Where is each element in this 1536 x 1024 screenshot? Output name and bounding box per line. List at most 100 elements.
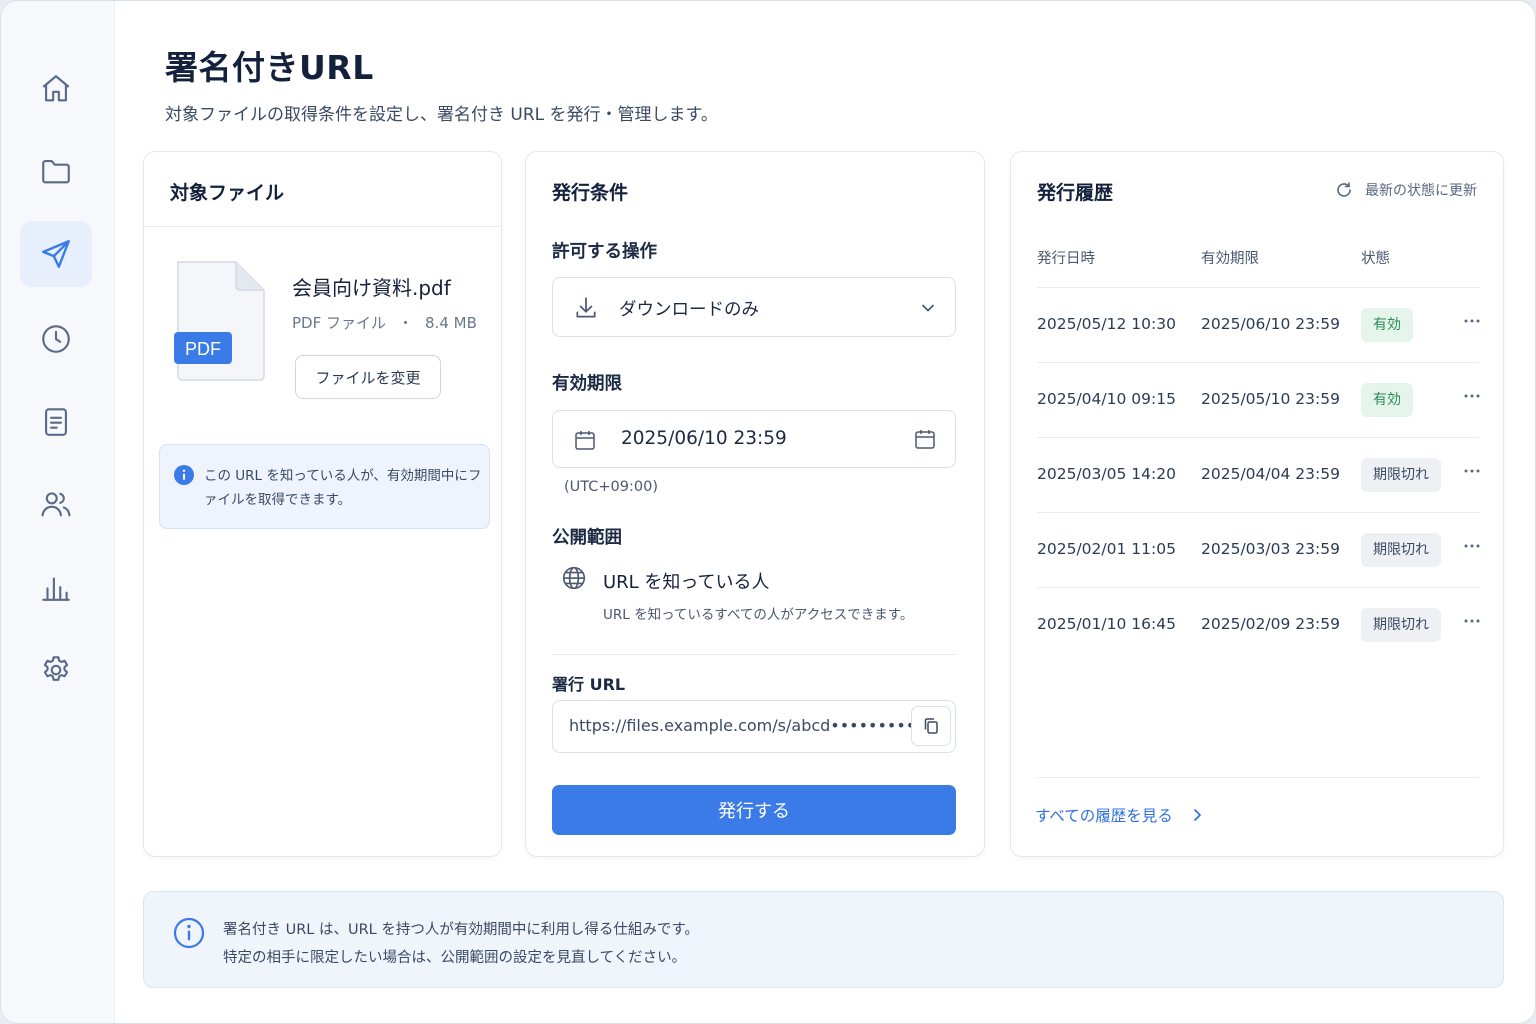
more-options-icon[interactable] bbox=[1461, 535, 1483, 557]
home-icon bbox=[42, 75, 70, 102]
refresh-label: 最新の状態に更新 bbox=[1365, 183, 1477, 199]
issue-button[interactable]: 発行する bbox=[552, 785, 956, 835]
file-meta: PDF ファイル・ 8.4 MB bbox=[292, 312, 477, 333]
main-content: 署名付きURL 対象ファイルの取得条件を設定し、署名付き URL を発行・管理し… bbox=[115, 1, 1535, 1023]
expiry-cell: 2025/02/09 23:59 bbox=[1201, 615, 1340, 633]
expiry-date-input[interactable]: 2025/06/10 23:59 bbox=[552, 410, 956, 468]
change-file-button[interactable]: ファイルを変更 bbox=[295, 355, 441, 399]
status-badge: 期限切れ bbox=[1361, 608, 1441, 642]
table-row: 2025/04/10 09:15 2025/05/10 23:59 有効 bbox=[1037, 362, 1480, 437]
file-size: 8.4 MB bbox=[425, 314, 477, 332]
expiry-cell: 2025/06/10 23:59 bbox=[1201, 315, 1340, 333]
url-label: 署行 URL bbox=[552, 675, 626, 694]
pdf-badge: PDF bbox=[185, 339, 221, 359]
scope-option-desc: URL を知っているすべての人がアクセスできます。 bbox=[603, 607, 914, 623]
divider bbox=[144, 226, 501, 227]
page-subtitle: 対象ファイルの取得条件を設定し、署名付き URL を発行・管理します。 bbox=[165, 105, 718, 125]
table-row: 2025/01/10 16:45 2025/02/09 23:59 期限切れ bbox=[1037, 587, 1480, 662]
card-title: 発行履歴 bbox=[1037, 182, 1114, 204]
column-header-expiry: 有効期限 bbox=[1201, 251, 1259, 267]
scope-option-title[interactable]: URL を知っている人 bbox=[603, 568, 770, 594]
column-header-issued: 発行日時 bbox=[1037, 251, 1095, 267]
status-badge: 有効 bbox=[1361, 308, 1413, 342]
operation-value: ダウンロードのみ bbox=[619, 300, 759, 320]
more-options-icon[interactable] bbox=[1461, 385, 1483, 407]
info-text: この URL を知っている人が、有効期間中にファイルを取得できます。 bbox=[204, 468, 482, 508]
target-file-card: 対象ファイル PDF 会員向け資料.pdf PDF ファイル・ 8.4 MB ファ… bbox=[143, 151, 502, 857]
table-row: 2025/02/01 11:05 2025/03/03 23:59 期限切れ bbox=[1037, 512, 1480, 587]
issue-conditions-card: 発行条件 許可する操作 ダウンロードのみ 有効期限 2025/06/10 23:… bbox=[525, 151, 985, 857]
expiry-cell: 2025/05/10 23:59 bbox=[1201, 390, 1340, 408]
sidebar-item-users[interactable] bbox=[20, 471, 92, 537]
sidebar-item-files[interactable] bbox=[20, 138, 92, 204]
issued-cell: 2025/03/05 14:20 bbox=[1037, 465, 1176, 483]
file-type: PDF ファイル bbox=[292, 314, 386, 332]
timezone-label: (UTC+09:00) bbox=[564, 479, 658, 495]
notice-line-2: 特定の相手に限定したい場合は、公開範囲の設定を見直してください。 bbox=[223, 950, 687, 966]
more-options-icon[interactable] bbox=[1461, 310, 1483, 332]
copy-icon bbox=[924, 718, 938, 734]
expiry-cell: 2025/04/04 23:59 bbox=[1201, 465, 1340, 483]
chevron-down-icon bbox=[922, 304, 934, 312]
operation-label: 許可する操作 bbox=[552, 242, 657, 262]
status-badge: 期限切れ bbox=[1361, 458, 1441, 492]
scope-label: 公開範囲 bbox=[552, 528, 622, 548]
table-row: 2025/05/12 10:30 2025/06/10 23:59 有効 bbox=[1037, 287, 1480, 362]
users-icon bbox=[41, 492, 71, 517]
more-options-icon[interactable] bbox=[1461, 610, 1483, 632]
download-icon bbox=[576, 297, 596, 318]
clock-icon bbox=[42, 325, 70, 353]
gear-icon bbox=[43, 656, 69, 681]
issued-cell: 2025/04/10 09:15 bbox=[1037, 390, 1176, 408]
issue-history-card: 発行履歴 最新の状態に更新 発行日時 有効期限 状態 2025/05/12 10… bbox=[1010, 151, 1504, 857]
table-row: 2025/03/05 14:20 2025/04/04 23:59 期限切れ bbox=[1037, 437, 1480, 512]
sidebar-item-documents[interactable] bbox=[20, 389, 92, 455]
operation-select[interactable]: ダウンロードのみ bbox=[552, 277, 956, 337]
sidebar-item-home[interactable] bbox=[20, 56, 92, 122]
card-title: 対象ファイル bbox=[170, 182, 285, 204]
issued-cell: 2025/05/12 10:30 bbox=[1037, 315, 1176, 333]
calendar-picker-icon[interactable] bbox=[913, 427, 937, 451]
expiry-label: 有効期限 bbox=[552, 374, 622, 394]
globe-icon bbox=[562, 566, 586, 590]
app-window: 署名付きURL 対象ファイルの取得条件を設定し、署名付き URL を発行・管理し… bbox=[0, 0, 1536, 1024]
view-all-history-link[interactable]: すべての履歴を見る bbox=[1035, 804, 1205, 826]
sidebar-item-history[interactable] bbox=[20, 306, 92, 372]
issued-cell: 2025/01/10 16:45 bbox=[1037, 615, 1176, 633]
meta-separator: ・ bbox=[398, 314, 414, 332]
card-title: 発行条件 bbox=[552, 182, 629, 204]
expiry-cell: 2025/03/03 23:59 bbox=[1201, 540, 1340, 558]
expiry-value: 2025/06/10 23:59 bbox=[621, 428, 787, 449]
copy-url-button[interactable] bbox=[911, 706, 951, 746]
folder-icon bbox=[42, 160, 70, 184]
chevron-right-icon bbox=[1193, 809, 1201, 821]
calendar-icon bbox=[575, 431, 595, 450]
notice-banner: 署名付き URL は、URL を持つ人が有効期間中に利用し得る仕組みです。 特定… bbox=[143, 891, 1504, 988]
refresh-button[interactable]: 最新の状態に更新 bbox=[1335, 180, 1477, 200]
refresh-icon bbox=[1337, 182, 1351, 197]
status-badge: 期限切れ bbox=[1361, 533, 1441, 567]
document-icon bbox=[45, 408, 67, 436]
sidebar-item-analytics[interactable] bbox=[20, 554, 92, 620]
url-field[interactable]: https://files.example.com/s/abcd••••••••… bbox=[552, 700, 956, 753]
pdf-file-icon: PDF bbox=[174, 261, 265, 381]
info-icon bbox=[174, 465, 194, 485]
sidebar-item-share[interactable] bbox=[20, 221, 92, 287]
column-header-status: 状態 bbox=[1361, 251, 1390, 267]
info-icon bbox=[173, 917, 205, 949]
file-name: 会員向け資料.pdf bbox=[292, 276, 451, 300]
divider bbox=[1037, 777, 1479, 778]
notice-line-1: 署名付き URL は、URL を持つ人が有効期間中に利用し得る仕組みです。 bbox=[223, 922, 699, 938]
send-icon bbox=[42, 240, 70, 268]
page-title: 署名付きURL bbox=[165, 48, 374, 87]
issued-cell: 2025/02/01 11:05 bbox=[1037, 540, 1176, 558]
divider bbox=[552, 654, 956, 655]
sidebar bbox=[1, 1, 115, 1023]
sidebar-item-settings[interactable] bbox=[20, 637, 92, 703]
status-badge: 有効 bbox=[1361, 383, 1413, 417]
info-box: この URL を知っている人が、有効期間中にファイルを取得できます。 bbox=[159, 444, 490, 529]
more-options-icon[interactable] bbox=[1461, 460, 1483, 482]
url-value: https://files.example.com/s/abcd••••••••… bbox=[569, 716, 916, 735]
bar-chart-icon bbox=[42, 577, 70, 601]
view-all-label: すべての履歴を見る bbox=[1035, 807, 1173, 825]
